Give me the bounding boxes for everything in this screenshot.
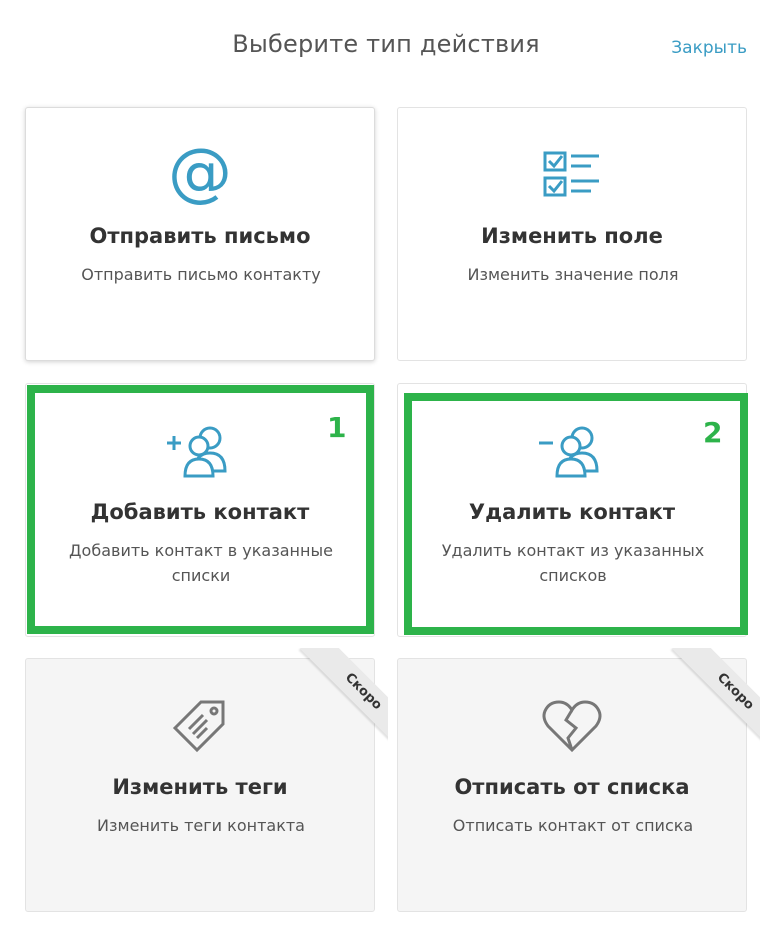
- annotation-number-1: 1: [327, 411, 347, 444]
- card-description: Отправить письмо контакту: [81, 265, 321, 284]
- card-title: Изменить поле: [481, 224, 663, 248]
- highlight-frame-2: [404, 393, 748, 635]
- card-title: Изменить теги: [112, 775, 288, 799]
- highlight-frame-1: [27, 385, 374, 634]
- close-link[interactable]: Закрыть: [671, 38, 747, 58]
- annotation-number-2: 2: [703, 416, 723, 449]
- page-title: Выберите тип действия: [232, 30, 540, 58]
- card-description: Изменить теги контакта: [97, 816, 305, 835]
- action-card-send-email[interactable]: @ Отправить письмо Отправить письмо конт…: [25, 107, 375, 361]
- card-description: Изменить значение поля: [467, 265, 679, 284]
- card-description: Отписать контакт от списка: [452, 816, 694, 835]
- at-icon: @: [26, 142, 374, 208]
- svg-text:@: @: [168, 142, 232, 208]
- action-card-change-field[interactable]: Изменить поле Изменить значение поля: [397, 107, 747, 361]
- card-title: Отписать от списка: [454, 775, 690, 799]
- coming-soon-ribbon: Скоро: [650, 648, 760, 748]
- card-title: Отправить письмо: [89, 224, 311, 248]
- coming-soon-ribbon: Скоро: [278, 648, 388, 748]
- checklist-icon: [398, 142, 746, 208]
